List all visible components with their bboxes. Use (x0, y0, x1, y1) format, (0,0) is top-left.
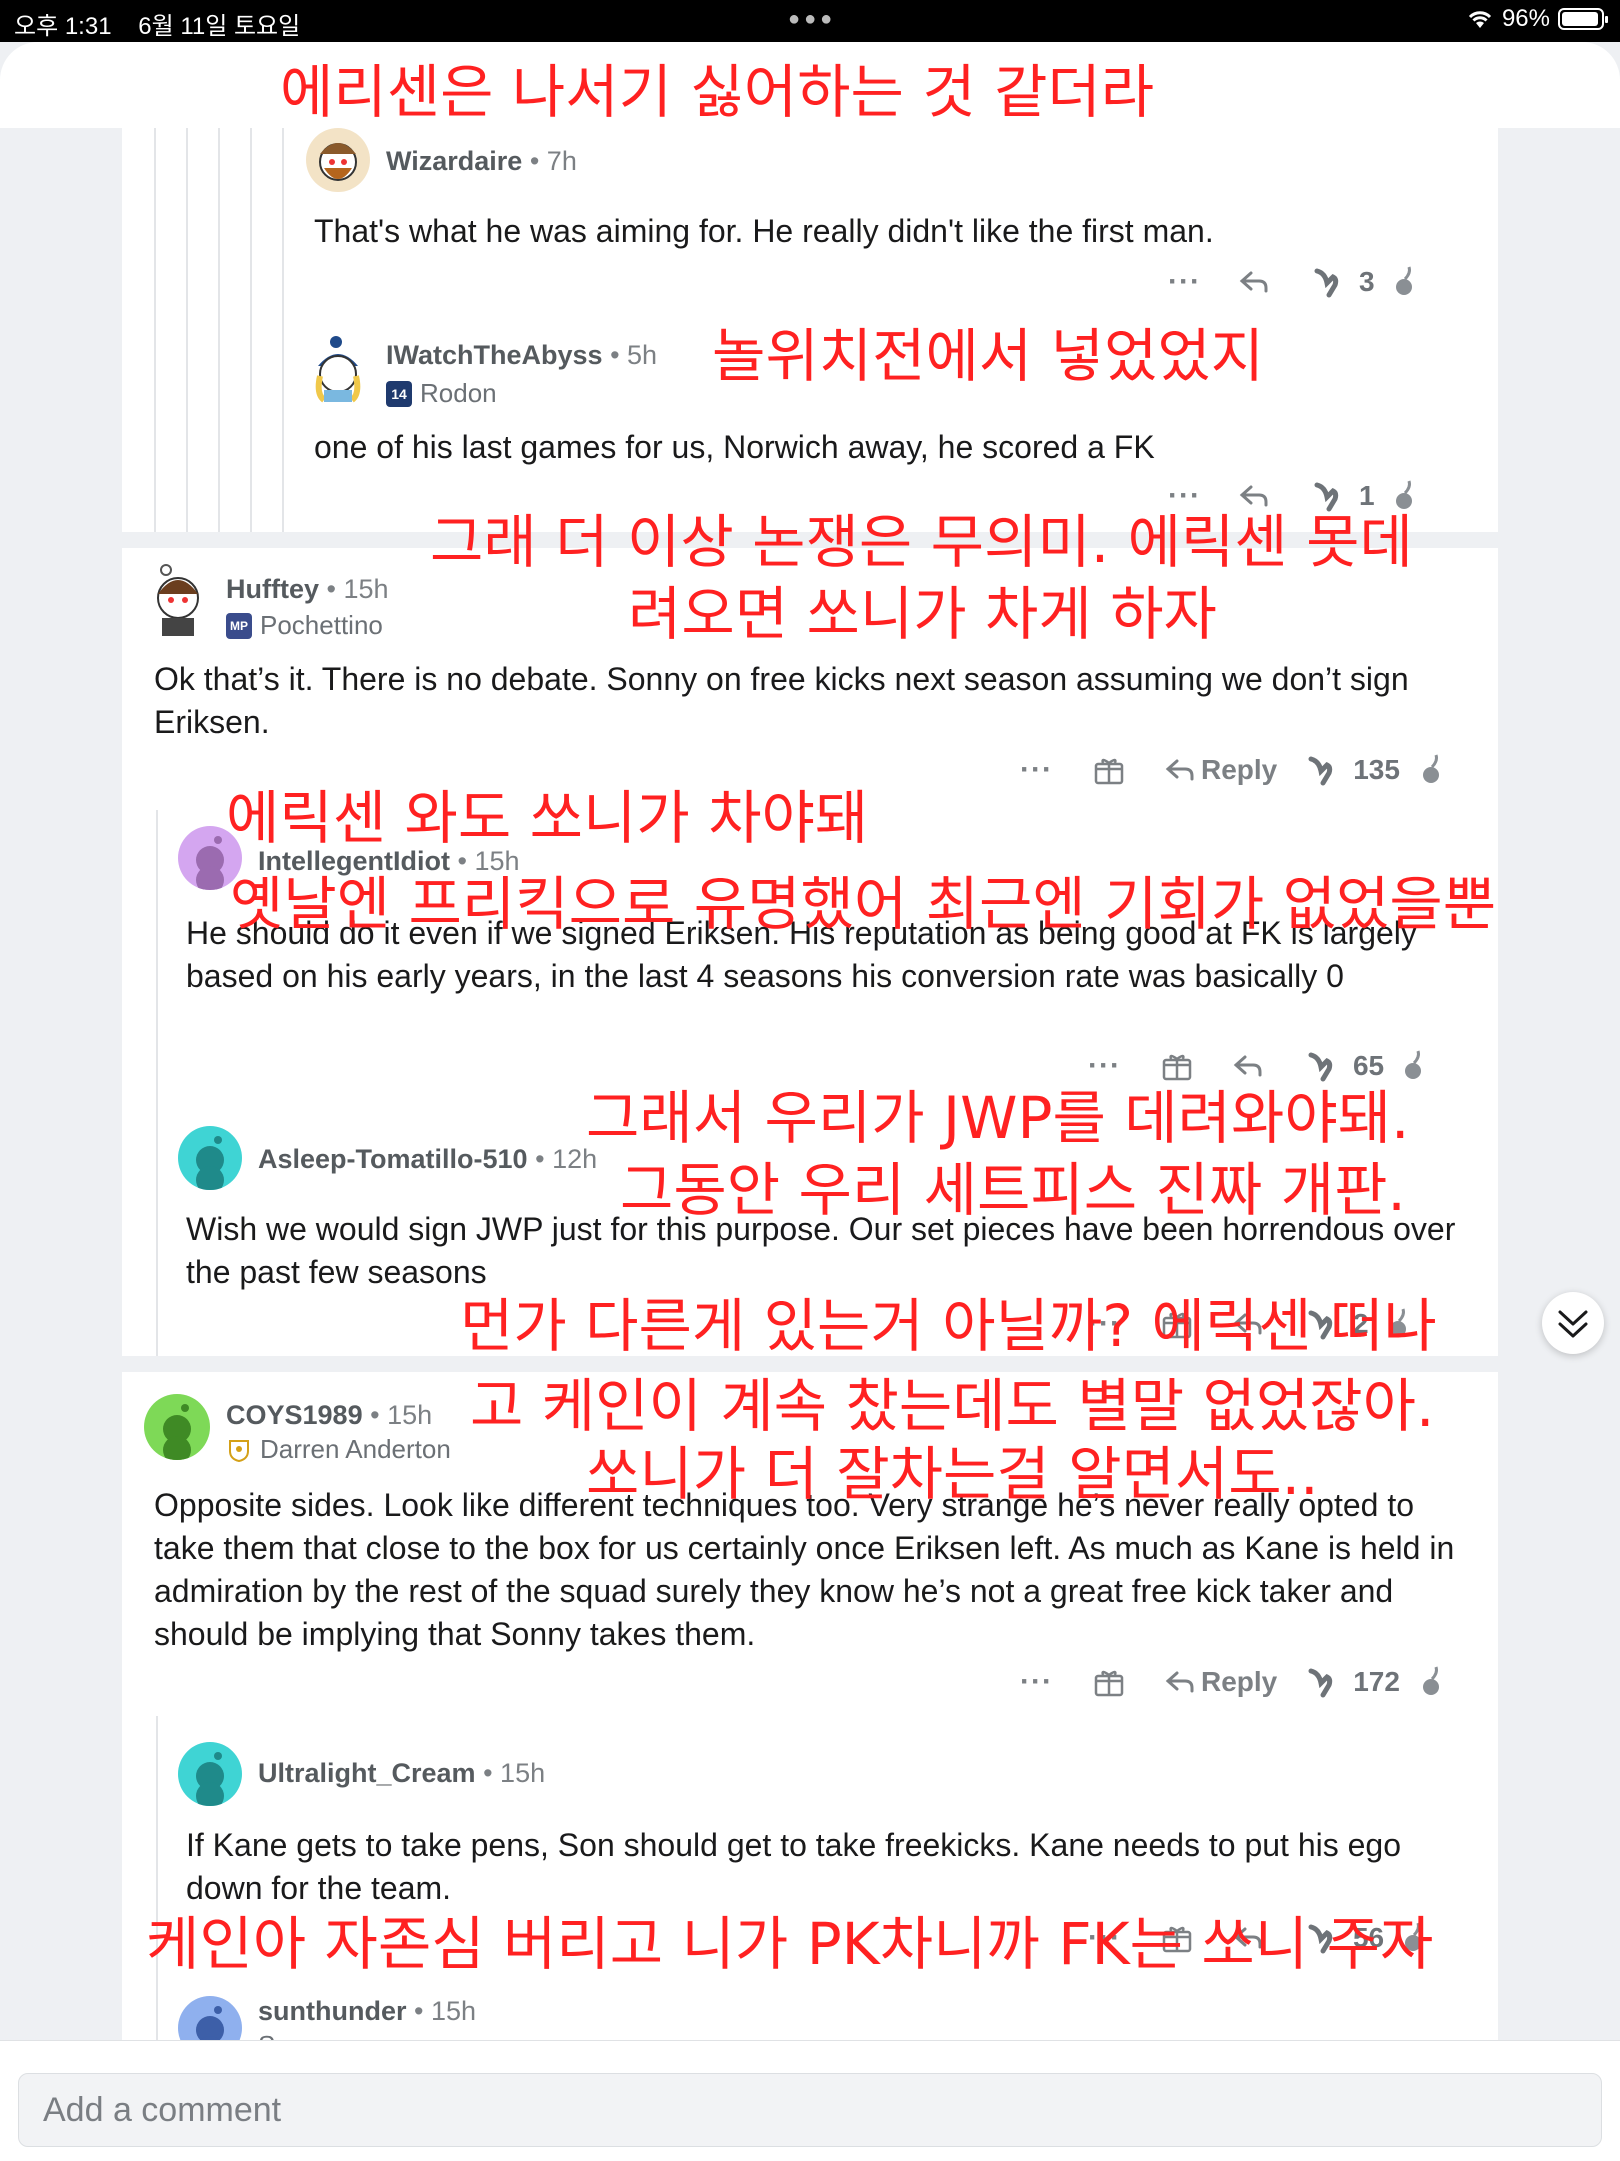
overlay-caption: 먼가 다른게 있는거 아닐까? 에릭센 떠나 (460, 1292, 1437, 1360)
thread-line (282, 128, 284, 532)
flair-badge: MP (226, 612, 252, 639)
flair-text: Darren Anderton (260, 1434, 451, 1464)
status-time: 오후 1:31 (14, 13, 112, 40)
comment-body: one of his last games for us, Norwich aw… (314, 429, 1155, 465)
username[interactable]: Wizardaire (386, 146, 522, 176)
username[interactable]: Hufftey (226, 574, 319, 604)
reply-icon[interactable] (1239, 269, 1269, 295)
avatar[interactable] (178, 1742, 242, 1806)
downvote-icon[interactable] (1416, 753, 1446, 787)
reply-icon[interactable] (1165, 757, 1195, 783)
status-date: 6월 11일 토요일 (138, 13, 301, 40)
downvote-icon[interactable] (1416, 1665, 1446, 1699)
flair-badge-icon (229, 1439, 249, 1462)
comment-actions: ··· Reply 172 (1020, 1662, 1446, 1702)
reply-button[interactable]: Reply (1201, 1666, 1277, 1698)
vote-count: 172 (1353, 1666, 1400, 1697)
comment-body: Ok that’s it. There is no debate. Sonny … (154, 661, 1409, 740)
thread-line (156, 1716, 158, 2040)
overlay-caption: 에리센은 나서기 싫어하는 것 같더라 (280, 58, 1155, 126)
vote-count: 65 (1352, 1050, 1385, 1081)
comment-actions: ··· 65 (1088, 1046, 1428, 1086)
avatar[interactable] (178, 1126, 242, 1190)
vote-count: 135 (1353, 754, 1400, 785)
upvote-icon[interactable] (1311, 265, 1345, 299)
user-flair: 14 Rodon (386, 378, 497, 409)
timestamp: 5h (627, 340, 658, 370)
status-bar: 오후 1:31 6월 11일 토요일 ●●● 96% (0, 0, 1620, 42)
downvote-icon[interactable] (1389, 265, 1419, 299)
award-icon[interactable] (1093, 1666, 1125, 1698)
chevron-double-down-icon (1558, 1310, 1588, 1338)
battery-percent: 96% (1501, 5, 1550, 32)
overlay-caption: 그래서 우리가 JWP를 데려와야돼. (586, 1084, 1410, 1152)
timestamp: 15h (500, 1758, 546, 1788)
comment-actions: ··· 3 (1168, 262, 1419, 302)
more-icon[interactable]: ··· (1088, 1049, 1121, 1083)
add-comment-input[interactable]: Add a comment (18, 2073, 1602, 2147)
more-icon[interactable]: ··· (1020, 753, 1053, 787)
overlay-caption: 옛날엔 프리킥으로 유명했어 최근엔 기회가 없었을뿐 (230, 870, 1497, 938)
upvote-icon[interactable] (1305, 1665, 1339, 1699)
overlay-caption: 그래 더 이상 논쟁은 무의미. 에릭센 못데 (430, 508, 1413, 576)
reply-icon[interactable] (1165, 1669, 1195, 1695)
timestamp: 7h (546, 146, 577, 176)
user-flair: Darren Anderton (226, 1434, 451, 1465)
upvote-icon[interactable] (1305, 753, 1339, 787)
comment-composer-bar: Add a comment (0, 2040, 1620, 2161)
flair-text: Rodon (420, 378, 497, 408)
thread-line (218, 128, 220, 532)
award-icon[interactable] (1161, 1050, 1193, 1082)
overlay-caption: 케인아 자존심 버리고 니가 PK차니까 FK는 쏘니 주자 (146, 1910, 1434, 1978)
timestamp: 15h (343, 574, 389, 604)
overlay-caption: 에릭센 와도 쏘니가 차야돼 (226, 784, 869, 852)
multitask-dots-icon[interactable]: ●●● (788, 8, 836, 31)
overlay-caption: 그동안 우리 세트피스 진짜 개판. (620, 1156, 1406, 1224)
overlay-caption: 고 케인이 계속 찼는데도 별말 없었잖아. (470, 1372, 1435, 1440)
more-icon[interactable]: ··· (1168, 265, 1201, 299)
award-icon[interactable] (1093, 754, 1125, 786)
upvote-icon[interactable] (1305, 1049, 1339, 1083)
downvote-icon[interactable] (1398, 1049, 1428, 1083)
username[interactable]: Asleep-Tomatillo-510 (258, 1144, 528, 1174)
vote-count: 3 (1358, 266, 1375, 297)
reply-icon[interactable] (1233, 1053, 1263, 1079)
reply-button[interactable]: Reply (1201, 754, 1277, 786)
flair-badge: 14 (386, 380, 412, 407)
overlay-caption: 쏘니가 더 잘차는걸 알면서도.. (586, 1440, 1319, 1508)
username[interactable]: IWatchTheAbyss (386, 340, 603, 370)
next-comment-button[interactable] (1542, 1292, 1604, 1354)
avatar[interactable] (144, 562, 212, 638)
comment-actions: ··· Reply 135 (1020, 750, 1446, 790)
username[interactable]: Ultralight_Cream (258, 1758, 476, 1788)
comment-body: If Kane gets to take pens, Son should ge… (186, 1827, 1402, 1906)
thread-line (154, 128, 156, 532)
wifi-icon (1468, 11, 1492, 28)
comment-body: That's what he was aiming for. He really… (314, 213, 1214, 249)
user-flair: MP Pochettino (226, 610, 383, 641)
timestamp: 15h (387, 1400, 433, 1430)
comment-body: Opposite sides. Look like different tech… (154, 1487, 1455, 1652)
thread-line (250, 128, 252, 532)
timestamp: 15h (430, 1996, 477, 2026)
thread-line (156, 810, 158, 1356)
more-icon[interactable]: ··· (1020, 1665, 1053, 1699)
avatar[interactable] (306, 332, 370, 408)
avatar[interactable] (144, 1394, 210, 1460)
avatar[interactable] (306, 128, 370, 192)
overlay-caption: 놀위치전에서 넣었었지 (712, 322, 1265, 390)
username[interactable]: sunthunder (258, 1996, 407, 2026)
username[interactable]: COYS1989 (226, 1400, 363, 1430)
reply-icon[interactable] (1239, 483, 1269, 509)
thread-line (186, 128, 188, 532)
battery-icon (1558, 8, 1608, 30)
flair-text: Pochettino (260, 610, 383, 640)
overlay-caption: 려오면 쏘니가 차게 하자 (628, 580, 1217, 648)
